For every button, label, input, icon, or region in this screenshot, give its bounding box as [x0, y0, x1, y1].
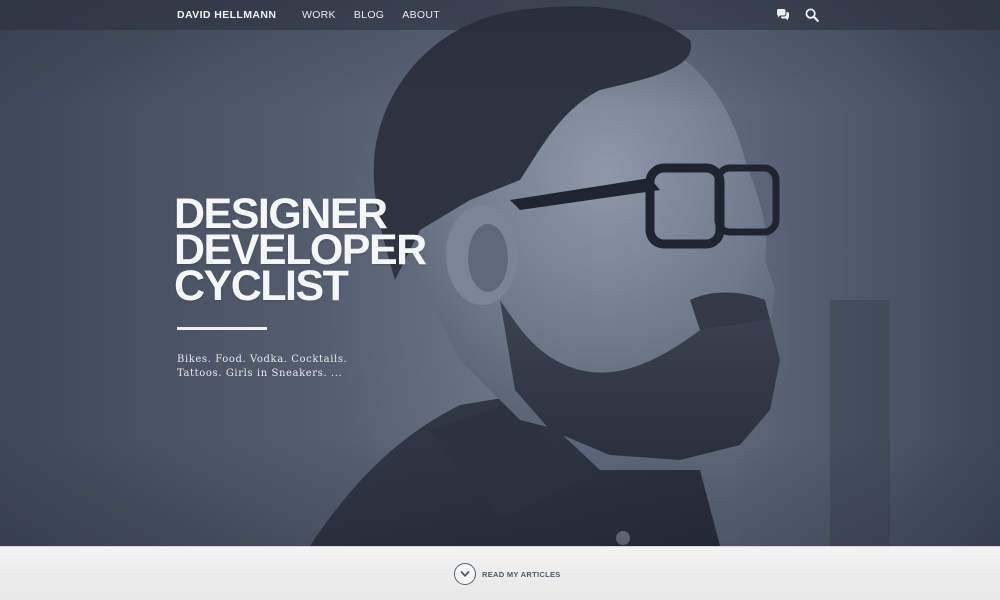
tagline-line: Tattoos. Girls in Sneakers. ...: [177, 368, 343, 379]
read-articles-button[interactable]: READ MY ARTICLES: [454, 563, 561, 585]
nav-item-blog[interactable]: BLOG: [354, 9, 384, 21]
site-logo-link[interactable]: DAVID HELLMANN: [177, 9, 276, 21]
main-menu: WORK BLOG ABOUT: [302, 9, 440, 21]
nav-item-work[interactable]: WORK: [302, 9, 336, 21]
nav-item-about[interactable]: ABOUT: [402, 9, 440, 21]
hero-tagline: Bikes. Food. Vodka. Cocktails. Tattoos. …: [177, 353, 377, 381]
search-icon[interactable]: [805, 8, 819, 22]
hero-portrait-image: [310, 6, 890, 546]
hero-headline: DESIGNER DEVELOPER CYCLIST: [174, 193, 427, 308]
headline-divider: [177, 327, 267, 330]
chevron-down-icon: [454, 563, 476, 585]
bottom-bar: READ MY ARTICLES: [0, 546, 1000, 600]
tagline-line: Bikes. Food. Vodka. Cocktails.: [177, 354, 348, 365]
top-navigation: DAVID HELLMANN WORK BLOG ABOUT: [0, 0, 1000, 30]
hero-section: DAVID HELLMANN WORK BLOG ABOUT DESIGNER …: [0, 0, 1000, 546]
chat-bubbles-icon[interactable]: [776, 8, 790, 22]
read-articles-label: READ MY ARTICLES: [482, 569, 561, 579]
